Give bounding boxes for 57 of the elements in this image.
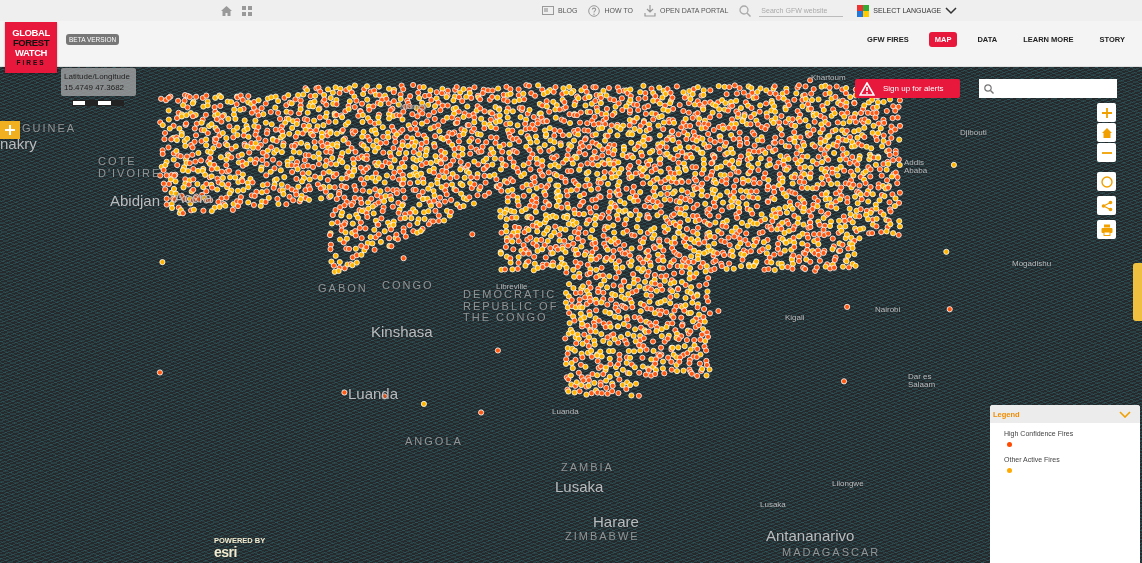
share-button[interactable] <box>1097 196 1116 215</box>
place-label: Kigali <box>785 314 805 323</box>
plus-icon <box>5 125 15 135</box>
place-label: Lusaka <box>555 479 604 495</box>
place-label: MADAGASCAR <box>782 547 881 559</box>
place-label: GABON <box>318 283 368 295</box>
place-label: nakry <box>0 136 37 152</box>
place-label: Luanda <box>348 386 399 402</box>
alerts-button[interactable]: Sign up for alerts <box>855 79 960 98</box>
place-label: COTE D'IVOIRE <box>98 156 163 180</box>
place-label: Djibouti <box>960 129 987 138</box>
place-label: Accra <box>174 190 213 206</box>
plus-icon <box>1100 106 1113 119</box>
chevron-down-icon <box>945 6 958 15</box>
home-icon[interactable] <box>221 5 232 16</box>
place-label: Mogadishu <box>1012 260 1052 269</box>
zoom-in-button[interactable] <box>1097 103 1116 122</box>
place-label: Nairobi <box>875 306 901 315</box>
zoom-out-button[interactable] <box>1097 143 1116 162</box>
place-label: DEMOCRATIC REPUBLIC OF THE CONGO <box>463 289 560 324</box>
help-icon <box>588 4 601 17</box>
grid-icon[interactable] <box>242 5 252 16</box>
coordinates-label: Latitude/Longitude <box>64 71 131 82</box>
search-icon <box>739 4 752 17</box>
place-label: Antananarivo <box>766 528 855 544</box>
locate-button[interactable] <box>1097 172 1116 191</box>
place-label: Niamey <box>400 103 428 112</box>
share-icon <box>1100 199 1113 212</box>
place-label: ANGOLA <box>405 436 463 448</box>
printer-icon <box>1100 223 1113 236</box>
place-label: Libreville <box>496 283 528 291</box>
place-label: GUINEA <box>22 123 77 135</box>
search-icon <box>984 83 994 94</box>
place-label: Harare <box>593 514 639 530</box>
place-label: Abidjan <box>110 193 161 209</box>
download-icon <box>644 4 656 17</box>
map-search-field[interactable] <box>979 79 1117 98</box>
place-label: Addis Ababa <box>904 159 929 176</box>
place-label: Khartoum <box>811 74 846 83</box>
circle-icon <box>1100 175 1113 188</box>
place-label: Kinshasa <box>371 324 433 340</box>
place-label: ZIMBABWE <box>565 531 640 543</box>
place-label: Dar es Salaam <box>908 373 937 390</box>
blog-icon <box>542 4 554 17</box>
colored-squares-icon <box>857 4 870 17</box>
home-icon <box>1100 126 1113 139</box>
expand-button[interactable] <box>0 121 20 139</box>
home-button[interactable] <box>1097 123 1116 142</box>
print-button[interactable] <box>1097 220 1116 239</box>
place-label: ZAMBIA <box>561 462 614 474</box>
scale-bar-icon <box>72 100 124 106</box>
place-label: Lilongwe <box>832 480 864 489</box>
place-label: Luanda <box>552 408 579 417</box>
place-label: Lusaka <box>760 501 786 510</box>
warning-icon <box>859 81 875 96</box>
coordinates-value: 15.4749 47.3682 <box>64 82 126 93</box>
place-label: CONGO <box>382 280 434 292</box>
